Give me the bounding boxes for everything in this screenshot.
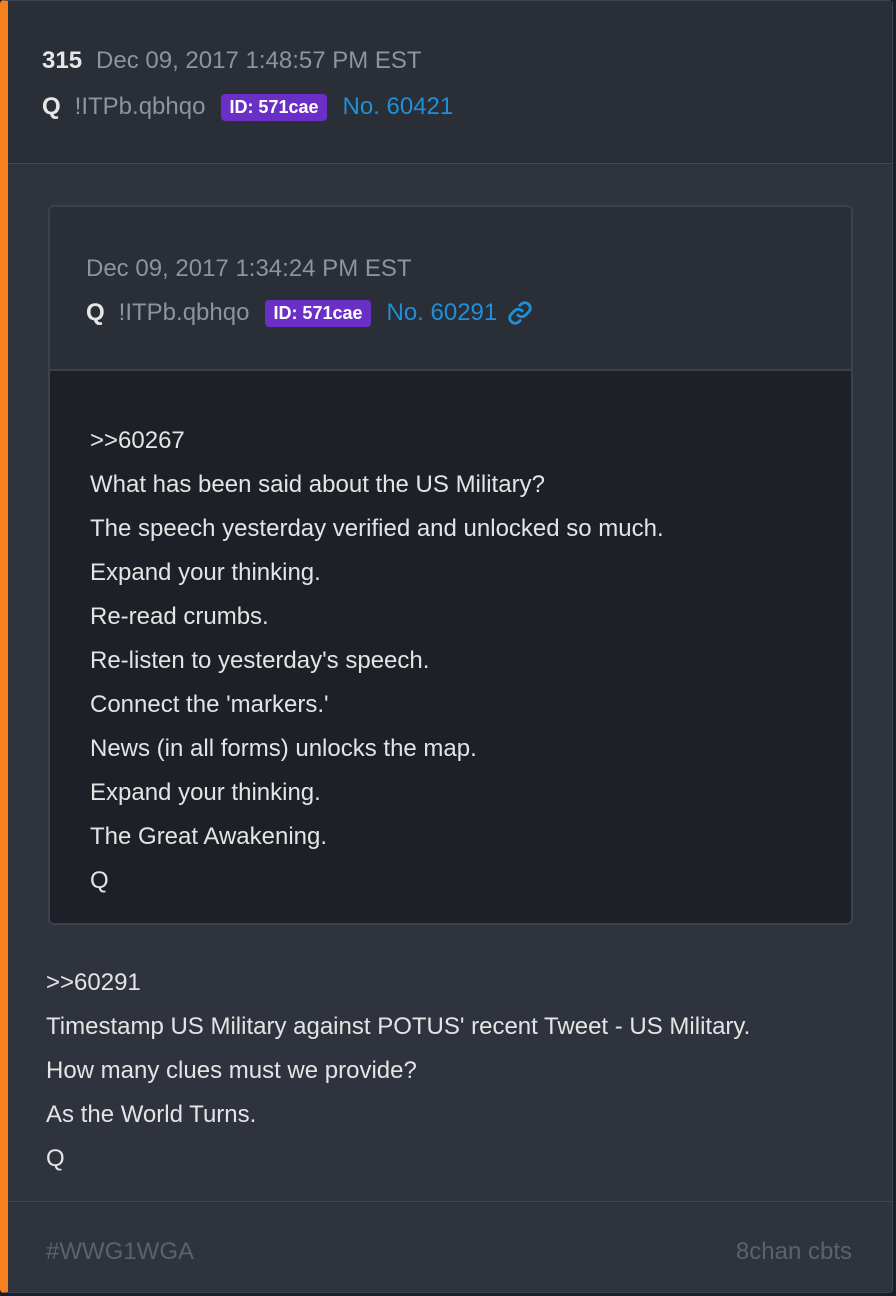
quoted-post-text: >>60267 What has been said about the US …: [90, 419, 664, 903]
source-label: 8chan cbts: [735, 1238, 852, 1265]
quoted-text-line: Connect the 'markers.': [90, 691, 329, 718]
post-header: 315 Dec 09, 2017 1:48:57 PM EST Q !ITPb.q…: [8, 1, 892, 164]
post-message: >>60291 Timestamp US Military against PO…: [46, 961, 750, 1181]
quoted-text-line: Re-read crumbs.: [90, 603, 269, 630]
post-number-link[interactable]: No. 60421: [343, 93, 454, 121]
post-id-badge: ID: 571cae: [221, 93, 327, 121]
quoted-post-datetime: Dec 09, 2017 1:34:24 PM EST: [86, 255, 412, 282]
post-author-line: Q !ITPb.qbhqo ID: 571cae No. 60421: [42, 93, 453, 121]
post-number: 315: [42, 47, 83, 74]
post-meta-line: 315 Dec 09, 2017 1:48:57 PM EST: [42, 47, 422, 75]
quoted-post-id-badge: ID: 571cae: [265, 299, 371, 327]
quoted-text-line: Expand your thinking.: [90, 559, 321, 586]
quoted-post-tripcode: !ITPb.qbhqo: [118, 299, 250, 326]
quoted-text-line: The Great Awakening.: [90, 823, 328, 850]
quoted-text-line: News (in all forms) unlocks the map.: [90, 735, 477, 762]
link-icon[interactable]: [507, 300, 533, 326]
quoted-text-line: The speech yesterday verified and unlock…: [90, 515, 664, 542]
post-footer: #WWG1WGA 8chan cbts: [8, 1201, 892, 1294]
quoted-post-author-line: Q !ITPb.qbhqo ID: 571cae No. 60291: [86, 299, 533, 327]
quoted-text-line[interactable]: >>60267: [90, 419, 664, 463]
hashtag: #WWG1WGA: [46, 1238, 194, 1265]
post-tripcode: !ITPb.qbhqo: [74, 93, 206, 120]
quoted-post-number-link[interactable]: No. 60291: [387, 299, 498, 327]
quoted-text-line: Q: [90, 867, 109, 894]
quoted-post-body: >>60267 What has been said about the US …: [50, 371, 851, 923]
post-datetime: Dec 09, 2017 1:48:57 PM EST: [96, 47, 422, 74]
quoted-post-author: Q: [86, 299, 105, 326]
quoted-post: Dec 09, 2017 1:34:24 PM EST Q !ITPb.qbhq…: [48, 205, 853, 925]
quoted-text-line: Re-listen to yesterday's speech.: [90, 647, 430, 674]
quoted-text-line: Expand your thinking.: [90, 779, 321, 806]
message-line: Q: [46, 1145, 65, 1172]
message-line: How many clues must we provide?: [46, 1057, 417, 1084]
post-card: 315 Dec 09, 2017 1:48:57 PM EST Q !ITPb.q…: [0, 0, 893, 1293]
message-line: As the World Turns.: [46, 1101, 257, 1128]
quoted-post-header: Dec 09, 2017 1:34:24 PM EST Q !ITPb.qbhq…: [50, 207, 851, 371]
message-line[interactable]: >>60291: [46, 961, 750, 1005]
message-line: Timestamp US Military against POTUS' rec…: [46, 1013, 751, 1040]
post-author: Q: [42, 93, 61, 120]
quoted-text-line: What has been said about the US Military…: [90, 471, 545, 498]
